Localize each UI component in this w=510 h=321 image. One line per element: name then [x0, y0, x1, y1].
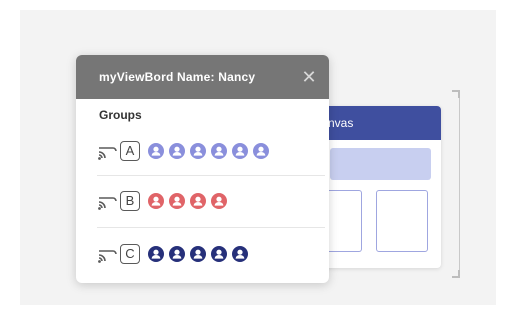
member-avatar-icon[interactable] [190, 193, 206, 209]
member-avatar-icon[interactable] [211, 143, 227, 159]
person-icon [214, 249, 224, 259]
canvas-toolbar-placeholder [330, 148, 431, 180]
cast-icon [98, 147, 117, 160]
person-icon [214, 196, 224, 206]
member-avatar-icon[interactable] [148, 246, 164, 262]
group-row-a: A [97, 136, 274, 166]
popup-header: myViewBord Name: Nancy ✕ [76, 55, 329, 99]
member-avatar-icon[interactable] [148, 193, 164, 209]
divider [97, 227, 325, 228]
cast-icon [98, 250, 117, 263]
group-letter: B [120, 191, 140, 211]
person-icon [235, 249, 245, 259]
person-icon [151, 249, 161, 259]
canvas-window[interactable]: nvas [310, 106, 441, 268]
group-letter: A [120, 141, 140, 161]
group-members-b [148, 193, 232, 209]
person-icon [256, 146, 266, 156]
person-icon [193, 249, 203, 259]
groups-label: Groups [99, 108, 142, 122]
person-icon [193, 146, 203, 156]
group-members-c [148, 246, 253, 262]
member-avatar-icon[interactable] [190, 143, 206, 159]
group-badge-a[interactable]: A [97, 141, 140, 161]
person-icon [172, 249, 182, 259]
member-avatar-icon[interactable] [211, 193, 227, 209]
canvas-header-label: nvas [328, 116, 354, 130]
member-avatar-icon[interactable] [232, 246, 248, 262]
resize-handle-bottom-right[interactable] [452, 270, 460, 278]
group-row-c: C [97, 239, 253, 269]
resize-handle-top-right[interactable] [452, 90, 460, 98]
member-avatar-icon[interactable] [169, 246, 185, 262]
group-row-b: B [97, 186, 232, 216]
divider [97, 175, 325, 176]
person-icon [235, 146, 245, 156]
group-members-a [148, 143, 274, 159]
person-icon [172, 196, 182, 206]
person-icon [193, 196, 203, 206]
close-icon[interactable]: ✕ [299, 67, 319, 87]
member-avatar-icon[interactable] [253, 143, 269, 159]
member-avatar-icon[interactable] [169, 193, 185, 209]
member-avatar-icon[interactable] [148, 143, 164, 159]
person-icon [214, 146, 224, 156]
cast-icon [98, 197, 117, 210]
group-badge-c[interactable]: C [97, 244, 140, 264]
popup-title: myViewBord Name: Nancy [99, 70, 256, 84]
canvas-panel-right[interactable] [376, 190, 428, 252]
group-letter: C [120, 244, 140, 264]
person-icon [151, 196, 161, 206]
member-avatar-icon[interactable] [190, 246, 206, 262]
viewboard-popup: myViewBord Name: Nancy ✕ Groups A B C [76, 55, 329, 283]
person-icon [172, 146, 182, 156]
member-avatar-icon[interactable] [232, 143, 248, 159]
person-icon [151, 146, 161, 156]
group-badge-b[interactable]: B [97, 191, 140, 211]
canvas-header: nvas [310, 106, 441, 140]
member-avatar-icon[interactable] [211, 246, 227, 262]
member-avatar-icon[interactable] [169, 143, 185, 159]
